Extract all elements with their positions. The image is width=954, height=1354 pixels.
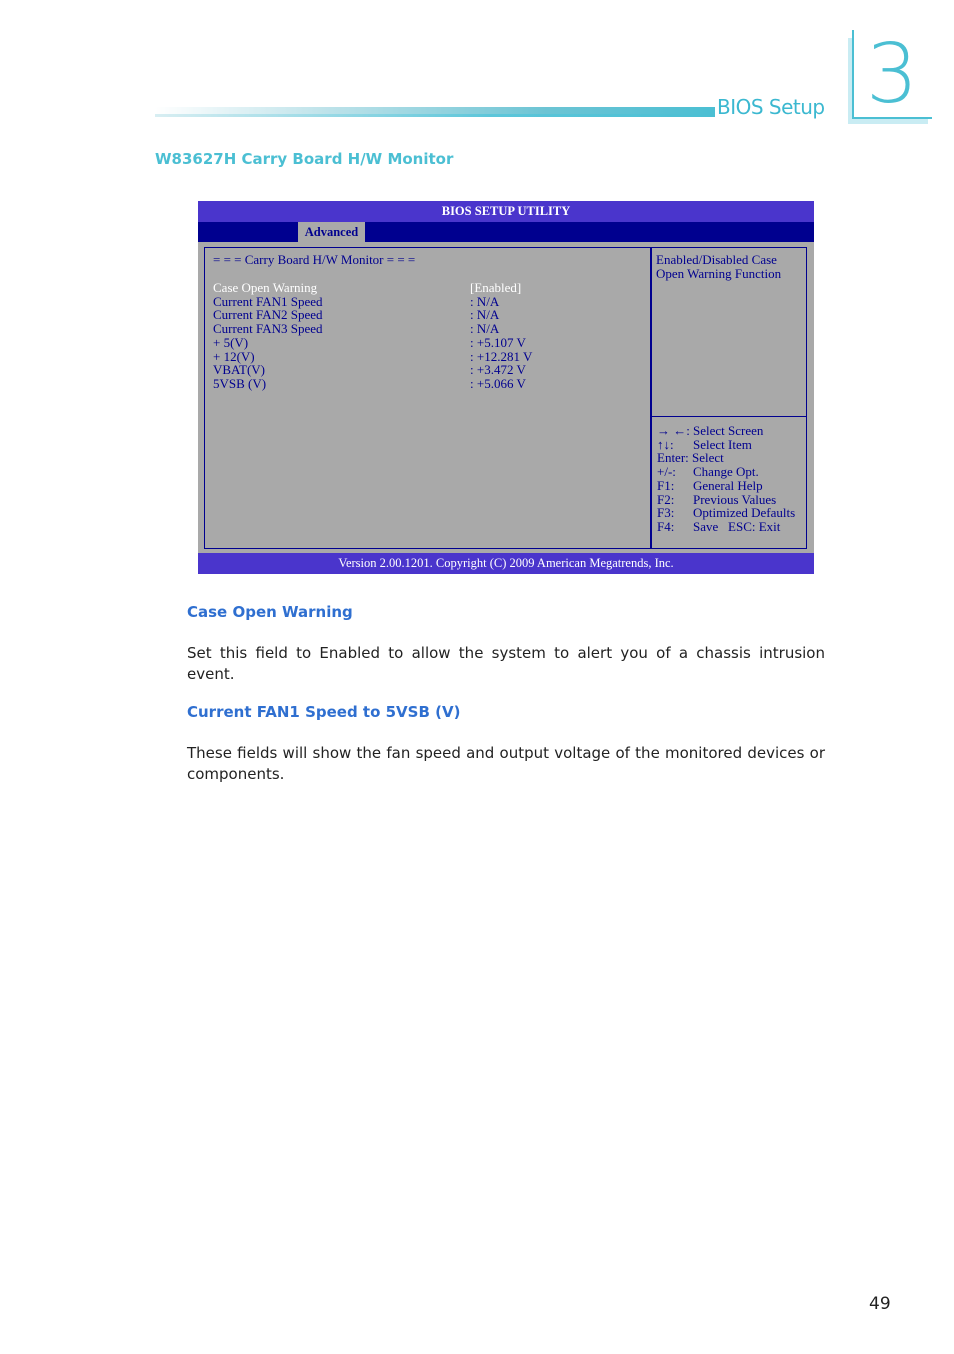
item-label-12v: + 12(V) <box>213 348 255 364</box>
key-help-row: +/-: Change Opt. <box>657 465 759 479</box>
item-label-fan2: Current FAN2 Speed <box>213 307 323 323</box>
item-label-fan1: Current FAN1 Speed <box>213 293 323 309</box>
bios-help-panel: Enabled/Disabled Case Open Warning Funct… <box>650 247 807 549</box>
item-value-fan1: : N/A <box>470 293 500 309</box>
key-label: → ←: <box>657 423 690 438</box>
chapter-number: 3 <box>866 27 919 122</box>
item-label-fan3: Current FAN3 Speed <box>213 321 323 337</box>
key-help-row: → ←: Select Screen <box>657 424 763 438</box>
key-action: Save ESC: Exit <box>693 518 781 534</box>
item-label-case-open-warning[interactable]: Case Open Warning <box>213 281 317 295</box>
key-label: F3: <box>657 505 675 521</box>
help-text-line-2: Open Warning Function <box>656 266 782 281</box>
header-section-label: BIOS Setup <box>717 95 825 119</box>
item-value-5vsb: : +5.066 V <box>470 375 526 391</box>
key-help-row: ↑↓: Select Item <box>657 436 752 452</box>
key-label: F4: <box>657 518 675 534</box>
item-value-fan2: : N/A <box>470 307 500 323</box>
tab-advanced[interactable]: Advanced <box>298 222 365 242</box>
help-text-line-1: Enabled/Disabled Case <box>656 252 777 267</box>
item-value-12v: : +12.281 V <box>470 348 533 364</box>
key-help-row: F4: Save ESC: Exit <box>657 520 780 534</box>
page-number: 49 <box>869 1294 891 1314</box>
key-label: F1: <box>657 477 675 493</box>
key-label: F2: <box>657 491 675 507</box>
key-label: +/-: <box>657 464 676 480</box>
key-help-row: F3: Optimized Defaults <box>657 506 795 520</box>
subsection-heading-fan-voltage: Current FAN1 Speed to 5VSB (V) <box>187 703 461 721</box>
help-divider <box>651 416 806 417</box>
subsection-text-case-open-warning: Set this field to Enabled to allow the s… <box>187 644 825 683</box>
key-label: ↑↓: <box>657 436 674 452</box>
section-title: W83627H Carry Board H/W Monitor <box>155 150 454 168</box>
subsection-heading-case-open-warning: Case Open Warning <box>187 603 353 621</box>
key-help-row: F2: Previous Values <box>657 491 776 507</box>
key-help-row: Enter: Select <box>657 451 724 465</box>
header-rule <box>155 114 715 117</box>
item-label-5v: + 5(V) <box>213 334 249 350</box>
subsection-text-fan-voltage: These fields will show the fan speed and… <box>187 744 825 783</box>
item-label-vbat: VBAT(V) <box>213 362 265 378</box>
item-value-vbat: : +3.472 V <box>470 362 526 378</box>
key-help-row: F1: General Help <box>657 477 763 493</box>
screen-heading: = = = Carry Board H/W Monitor = = = <box>213 252 416 267</box>
bios-main-panel: = = = Carry Board H/W Monitor = = = Case… <box>204 247 652 549</box>
bios-tab-bar: Advanced <box>198 222 814 242</box>
bios-screen: BIOS SETUP UTILITY Advanced = = = Carry … <box>198 201 814 574</box>
bios-title-bar: BIOS SETUP UTILITY <box>198 201 814 222</box>
item-value-5v: : +5.107 V <box>470 334 526 350</box>
item-label-5vsb: 5VSB (V) <box>213 375 267 391</box>
item-value-fan3: : N/A <box>470 321 500 337</box>
bios-footer: Version 2.00.1201. Copyright (C) 2009 Am… <box>198 553 814 574</box>
item-value-case-open-warning[interactable]: [Enabled] <box>470 281 521 295</box>
